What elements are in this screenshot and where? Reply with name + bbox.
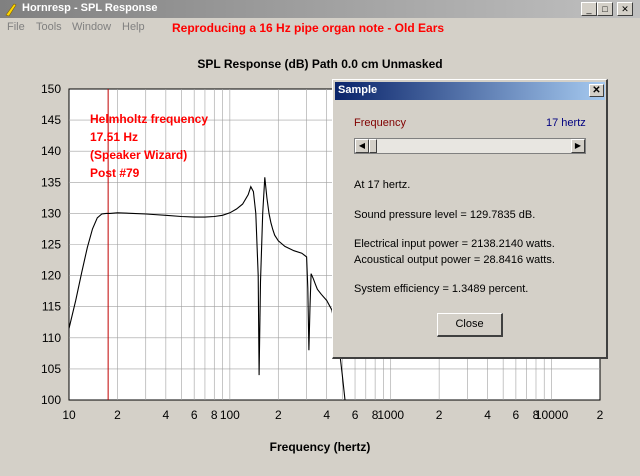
annotation-line: Post #79 [90, 166, 140, 180]
frequency-label: Frequency [354, 117, 406, 129]
x-tick-label: 10 [62, 408, 76, 422]
x-tick-label: 4 [163, 408, 170, 422]
x-tick-label: 2 [597, 408, 604, 422]
x-tick-label: 100 [220, 408, 240, 422]
y-tick-label: 135 [41, 175, 61, 189]
slider-right-arrow-icon[interactable]: ▶ [571, 139, 585, 153]
acoustical-power-text: Acoustical output power = 28.8416 watts. [354, 254, 555, 266]
dialog-close-button[interactable]: Close [437, 313, 503, 337]
y-tick-label: 150 [41, 82, 61, 96]
y-tick-label: 105 [41, 362, 61, 376]
annotation-line: 17.51 Hz [90, 130, 139, 144]
x-tick-label: 6 [513, 408, 520, 422]
y-tick-label: 120 [41, 269, 61, 283]
x-tick-label: 8 [211, 408, 218, 422]
x-tick-label: 2 [114, 408, 121, 422]
efficiency-text: System efficiency = 1.3489 percent. [354, 283, 529, 295]
annotation-line: (Speaker Wizard) [90, 148, 188, 162]
frequency-slider[interactable]: ◀ ▶ [354, 138, 586, 154]
at-frequency-text: At 17 hertz. [354, 179, 411, 191]
y-tick-label: 130 [41, 206, 61, 220]
x-tick-label: 4 [484, 408, 491, 422]
x-tick-label: 2 [275, 408, 282, 422]
x-tick-label: 2 [436, 408, 443, 422]
x-tick-label: 6 [352, 408, 359, 422]
x-axis-label: Frequency (hertz) [269, 440, 371, 454]
y-tick-label: 115 [42, 300, 61, 314]
spl-text: Sound pressure level = 129.7835 dB. [354, 209, 536, 221]
y-tick-label: 125 [41, 238, 61, 252]
x-tick-label: 4 [323, 408, 330, 422]
annotation-line: Helmholtz frequency [90, 112, 209, 126]
y-tick-label: 145 [41, 113, 61, 127]
slider-left-arrow-icon[interactable]: ◀ [355, 139, 369, 153]
dialog-close-icon[interactable]: ✕ [589, 84, 604, 97]
x-tick-label: 6 [191, 408, 198, 422]
slider-thumb[interactable] [369, 139, 377, 153]
sample-dialog: Sample ✕ Frequency 17 hertz ◀ ▶ At 17 he… [332, 79, 608, 359]
dialog-title-bar[interactable]: Sample ✕ [335, 82, 605, 100]
frequency-value: 17 hertz [546, 117, 586, 129]
x-tick-label: 10000 [535, 408, 569, 422]
x-tick-label: 1000 [377, 408, 404, 422]
electrical-power-text: Electrical input power = 2138.2140 watts… [354, 238, 555, 250]
y-tick-label: 140 [41, 144, 61, 158]
dialog-title: Sample [338, 84, 378, 96]
y-tick-label: 100 [41, 393, 61, 407]
y-tick-label: 110 [42, 331, 61, 345]
